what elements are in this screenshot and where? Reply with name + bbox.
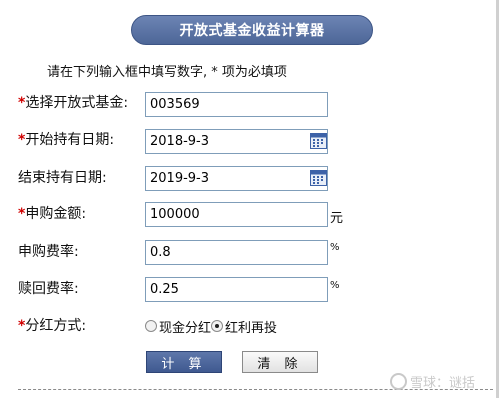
radio-button[interactable] — [145, 320, 157, 332]
radio-button[interactable] — [211, 320, 224, 332]
fund-label: *选择开放式基金: — [18, 95, 129, 111]
end-date-label: 结束持有日期: — [18, 170, 107, 186]
redeem-fee-unit: % — [330, 280, 340, 291]
watermark: 雪球：谜括 — [390, 372, 475, 391]
start-date-input[interactable] — [145, 129, 328, 154]
radio-cash-dividend-label: 现金分红 — [159, 320, 212, 336]
dividend-label: *分红方式: — [18, 318, 87, 334]
snowball-logo-icon — [390, 373, 407, 390]
radio-reinvest[interactable]: 红利再投 — [211, 317, 277, 336]
radio-cash-dividend[interactable]: 现金分红 — [145, 317, 211, 336]
calculate-button[interactable]: 计 算 — [146, 351, 222, 373]
calendar-icon[interactable] — [310, 133, 327, 149]
amount-label: *申购金额: — [18, 206, 87, 222]
purchase-fee-unit: % — [330, 242, 340, 253]
redeem-fee-input[interactable] — [145, 277, 328, 302]
calendar-icon[interactable] — [310, 170, 327, 186]
redeem-fee-label: 赎回费率: — [18, 281, 79, 297]
start-date-label: *开始持有日期: — [18, 132, 115, 148]
amount-input[interactable] — [145, 202, 328, 227]
purchase-fee-input[interactable] — [145, 240, 328, 265]
instruction-text: 请在下列输入框中填写数字, * 项为必填项 — [47, 65, 287, 80]
window-edge — [496, 0, 499, 398]
radio-reinvest-label: 红利再投 — [225, 320, 278, 336]
amount-unit: 元 — [330, 211, 344, 226]
dividend-radio-group: 现金分红 红利再投 — [145, 316, 277, 336]
page-title: 开放式基金收益计算器 — [131, 15, 373, 45]
purchase-fee-label: 申购费率: — [18, 244, 79, 260]
clear-button[interactable]: 清 除 — [242, 351, 318, 373]
end-date-input[interactable] — [145, 166, 328, 191]
fund-code-input[interactable] — [145, 92, 328, 117]
